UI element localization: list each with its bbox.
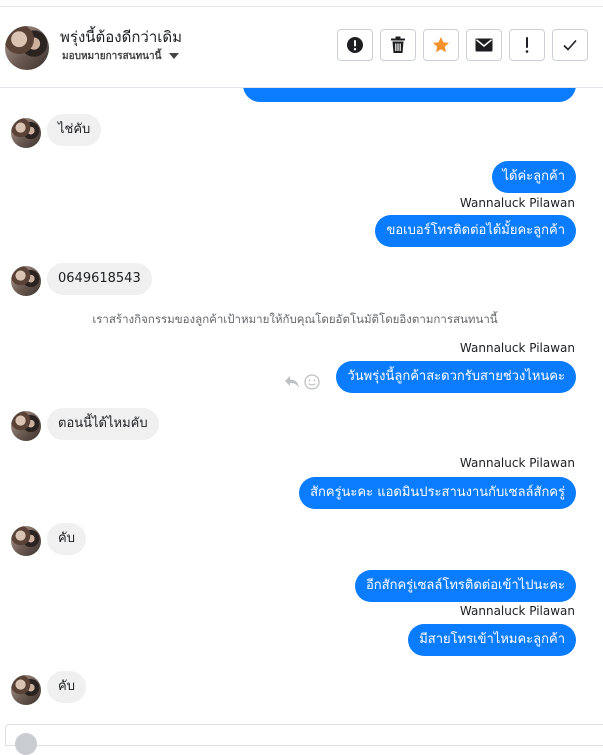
message-bubble-outgoing: วันพรุ่งนี้ลูกค้าสะดวกรับสายช่วงไหนคะ — [336, 361, 576, 393]
message-bubble-incoming: ไช่คับ — [47, 114, 102, 146]
assign-conversation-label: มอบหมายการสนทนานี้ — [62, 51, 162, 62]
check-icon — [563, 39, 577, 51]
trash-icon — [391, 36, 405, 53]
delete-button[interactable] — [380, 29, 416, 61]
envelope-icon — [475, 38, 493, 52]
user-avatar — [15, 733, 37, 755]
contact-avatar-small[interactable] — [11, 526, 41, 556]
exclamation-circle-icon — [347, 37, 363, 53]
reply-icon[interactable] — [284, 375, 300, 389]
contact-avatar-small[interactable] — [11, 675, 41, 705]
message-bubble-outgoing: สักครู่นะคะ แอดมินประสานงานกับเซลล์สักคร… — [299, 477, 576, 509]
message-bubble-incoming: คับ — [47, 671, 86, 703]
exclamation-icon — [525, 37, 529, 53]
contact-name[interactable]: พรุ่งนี้ต้องดีกว่าเดิม — [60, 25, 182, 49]
mark-unread-button[interactable] — [466, 29, 502, 61]
assign-conversation-dropdown[interactable]: มอบหมายการสนทนานี้ — [62, 49, 180, 64]
contact-avatar-small[interactable] — [11, 118, 41, 148]
sender-name: Wannaluck Pilawan — [459, 456, 575, 470]
message-actions — [284, 374, 320, 390]
message-bubble-outgoing: มีสายโทรเข้าไหมคะลูกค้า — [408, 624, 576, 656]
contact-avatar-small[interactable] — [11, 411, 41, 441]
follow-up-button[interactable] — [509, 29, 545, 61]
contact-avatar-small[interactable] — [11, 266, 41, 296]
emoji-reaction-icon[interactable] — [304, 374, 320, 390]
conversation-header: พรุ่งนี้ต้องดีกว่าเดิม มอบหมายการสนทนานี… — [0, 7, 603, 88]
contact-avatar[interactable] — [5, 26, 49, 70]
message-bubble-outgoing: ขอเบอร์โทรติดต่อได้มั้ยคะลูกค้า — [375, 215, 576, 247]
message-bubble-outgoing: อีกสักครู่เซลล์โทรติดต่อเข้าไปนะคะ — [355, 570, 576, 602]
spam-button[interactable] — [337, 29, 373, 61]
sender-name: Wannaluck Pilawan — [459, 341, 575, 355]
message-bubble-incoming: คับ — [47, 523, 86, 555]
star-button[interactable] — [423, 29, 459, 61]
message-composer[interactable] — [5, 724, 603, 755]
sender-name: Wannaluck Pilawan — [459, 604, 575, 618]
star-icon — [433, 37, 449, 53]
message-bubble-outgoing: ได้ค่ะลูกค้า — [491, 161, 576, 193]
system-note: เราสร้างกิจกรรมของลูกค้าเป้าหมายให้กับคุ… — [92, 312, 498, 326]
mark-done-button[interactable] — [552, 29, 588, 61]
message-bubble-incoming: ตอนนี้ได้ไหมคับ — [47, 408, 159, 440]
sender-name: Wannaluck Pilawan — [459, 196, 575, 210]
caret-down-icon — [169, 53, 180, 59]
message-bubble-incoming: 0649618543 — [47, 263, 152, 295]
